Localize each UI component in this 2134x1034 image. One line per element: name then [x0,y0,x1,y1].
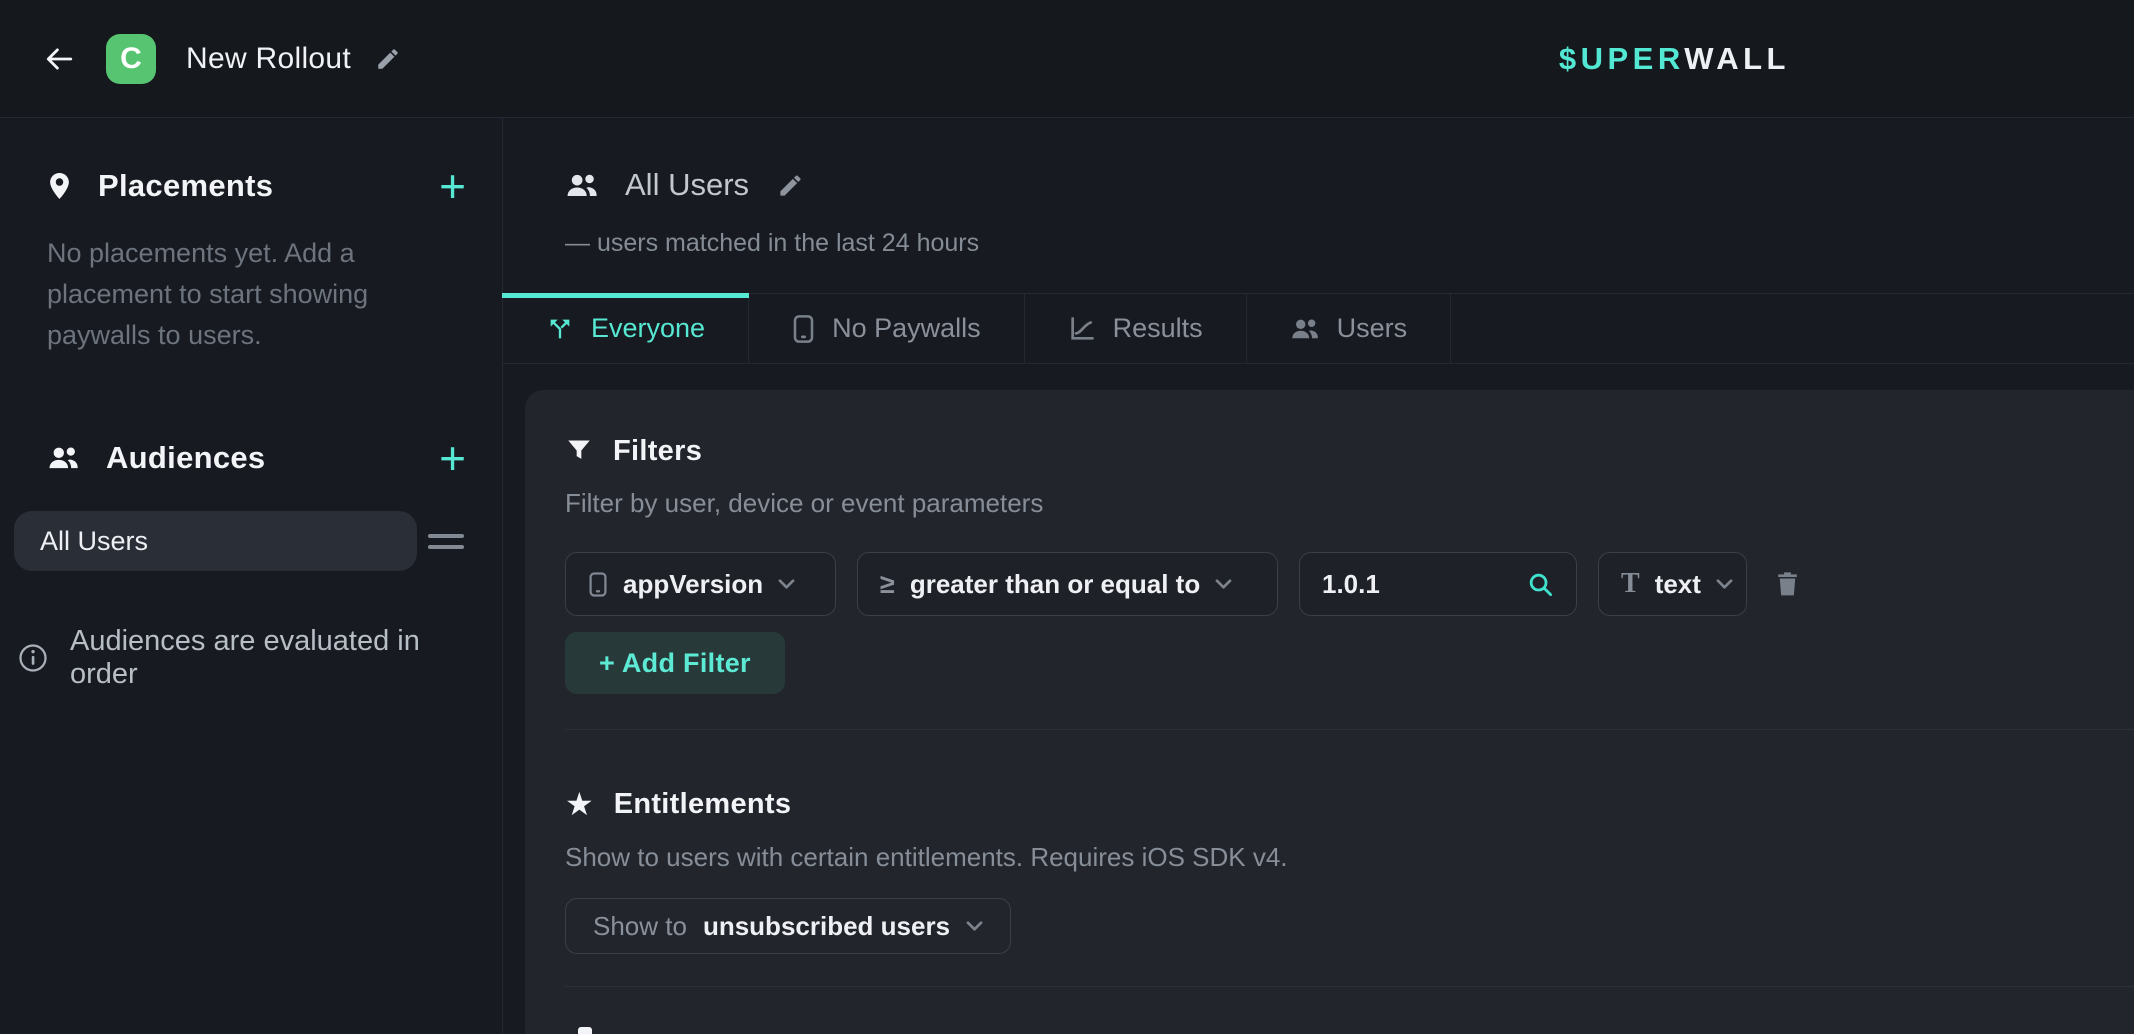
audience-item-all-users[interactable]: All Users [14,511,417,571]
filter-value-field[interactable] [1299,552,1577,616]
superwall-logo: $UPERWALL [1559,41,1790,77]
audience-detail-header: All Users — users matched in the last 24… [503,118,2134,259]
split-arrow-icon [546,315,574,343]
audience-list-item-row: All Users [14,511,464,571]
chevron-down-icon [1716,579,1733,590]
show-to-label: Show to [593,911,687,942]
main-content: All Users — users matched in the last 24… [503,118,2134,1034]
filter-row: appVersion ≥ greater than or equal to [565,552,2094,616]
add-filter-button[interactable]: + Add Filter [565,632,785,694]
next-section-icon-partial [578,1027,592,1034]
placements-header: Placements + [47,165,466,207]
audiences-header: Audiences + [47,437,466,479]
filters-subtitle: Filter by user, device or event paramete… [565,488,2094,518]
tab-label: Users [1337,313,1408,344]
back-button[interactable] [36,36,82,82]
audience-order-note: Audiences are evaluated in order [18,625,482,691]
audience-detail-title: All Users [625,167,749,203]
search-icon[interactable] [1527,571,1554,598]
add-placement-button[interactable]: + [439,167,466,205]
delete-filter-icon[interactable] [1775,570,1800,598]
text-type-icon: T [1621,568,1640,600]
filter-property-dropdown[interactable]: appVersion [565,552,836,616]
audience-users-icon [565,172,599,199]
filter-type-value: text [1655,569,1701,600]
phone-icon [588,571,608,598]
entitlements-title: Entitlements [614,788,792,821]
info-icon [18,643,48,673]
chart-icon [1068,315,1096,343]
app-initial: C [120,42,142,76]
section-divider [565,729,2134,730]
star-icon: ★ [565,788,594,820]
phone-icon [792,314,815,344]
top-bar: C New Rollout $UPERWALL [0,0,2134,118]
funnel-icon [565,437,593,465]
filters-title: Filters [613,435,702,468]
audience-config-card: Filters Filter by user, device or event … [525,390,2134,1034]
filter-operator-dropdown[interactable]: ≥ greater than or equal to [857,552,1278,616]
tab-label: No Paywalls [832,313,981,344]
audience-item-label: All Users [40,526,148,557]
filters-header: Filters [565,434,2094,468]
edit-title-icon[interactable] [375,46,401,72]
audience-match-subtitle: — users matched in the last 24 hours [565,229,2134,259]
placements-title: Placements [98,168,273,204]
section-divider [565,986,2134,987]
entitlements-subtitle: Show to users with certain entitlements.… [565,842,2094,872]
users-icon [1290,317,1320,341]
show-to-dropdown[interactable]: Show to unsubscribed users [565,898,1011,954]
sidebar: Placements + No placements yet. Add a pl… [0,118,503,1034]
tab-no-paywalls[interactable]: No Paywalls [749,294,1025,363]
logo-accent: $UPER [1559,41,1684,76]
audience-order-note-text: Audiences are evaluated in order [70,625,482,691]
audiences-icon [47,445,80,471]
add-audience-button[interactable]: + [439,439,466,477]
filter-property-value: appVersion [623,569,763,600]
tab-bar: Everyone No Paywalls Results Users [503,293,2134,364]
chevron-down-icon [966,921,983,932]
filter-value-input[interactable] [1322,569,1492,600]
drag-handle-icon[interactable] [428,534,464,549]
gte-icon: ≥ [880,569,895,600]
placements-empty-text: No placements yet. Add a placement to st… [47,233,382,356]
chevron-down-icon [1215,579,1232,590]
app-icon[interactable]: C [106,34,156,84]
edit-audience-icon[interactable] [777,172,804,199]
entitlements-header: ★ Entitlements [565,786,2094,822]
chevron-down-icon [778,579,795,590]
page-title: New Rollout [186,42,351,76]
tab-users[interactable]: Users [1247,294,1452,363]
logo-rest: WALL [1684,41,1790,76]
tab-results[interactable]: Results [1025,294,1247,363]
tab-label: Results [1113,313,1203,344]
tab-everyone[interactable]: Everyone [503,294,749,363]
filter-type-dropdown[interactable]: T text [1598,552,1747,616]
app-shell: Placements + No placements yet. Add a pl… [0,118,2134,1034]
audiences-title: Audiences [106,440,265,476]
location-pin-icon [47,171,72,201]
filter-operator-value: greater than or equal to [910,569,1200,600]
tab-label: Everyone [591,313,705,344]
show-to-value: unsubscribed users [703,911,950,942]
